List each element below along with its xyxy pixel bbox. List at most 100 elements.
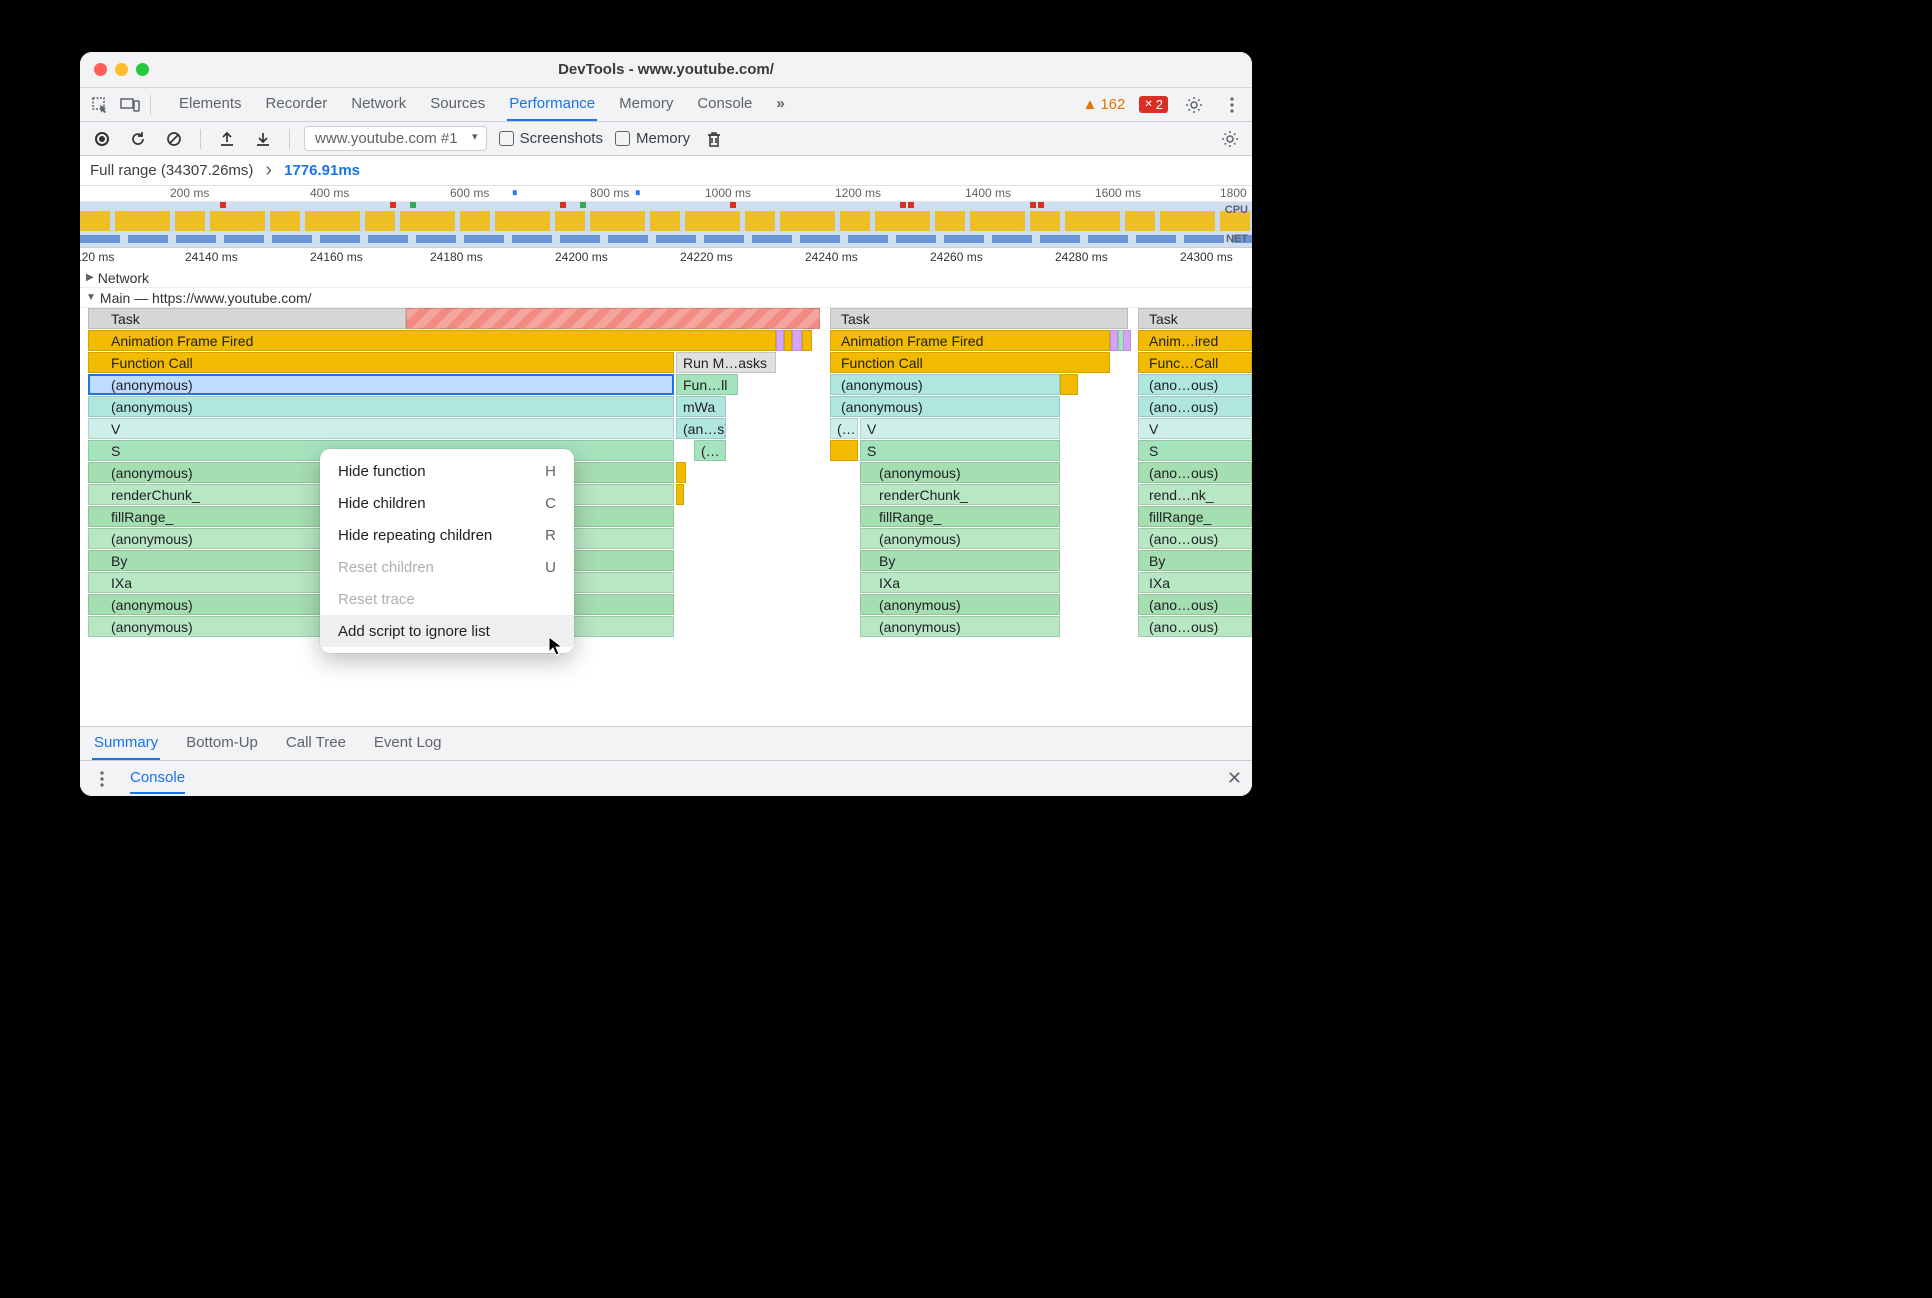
ruler-tick: 1400 ms bbox=[965, 186, 1011, 200]
errors-count: 2 bbox=[1156, 97, 1163, 112]
flame-anonymous[interactable]: (ano…ous) bbox=[1138, 374, 1252, 395]
ruler-tick: 24200 ms bbox=[555, 250, 608, 264]
flame-anonymous[interactable]: (ano…ous) bbox=[1138, 528, 1252, 549]
record-icon[interactable] bbox=[90, 127, 114, 151]
reload-icon[interactable] bbox=[126, 127, 150, 151]
flame-animation-frame-fired[interactable]: Animation Frame Fired bbox=[830, 330, 1110, 351]
gc-icon[interactable] bbox=[702, 127, 726, 151]
tab-elements[interactable]: Elements bbox=[177, 88, 244, 121]
flame-v[interactable]: V bbox=[88, 418, 674, 439]
flame-block[interactable] bbox=[1123, 330, 1131, 351]
device-toolbar-icon[interactable] bbox=[118, 93, 142, 117]
flame-animation-frame-fired[interactable]: Animation Frame Fired bbox=[88, 330, 776, 351]
tab-performance[interactable]: Performance bbox=[507, 88, 597, 121]
flame-v[interactable]: V bbox=[860, 418, 1060, 439]
overview-ruler[interactable]: 200 ms 400 ms 600 ms ⏸ 800 ms ⏸ 1000 ms … bbox=[80, 186, 1252, 202]
tab-recorder[interactable]: Recorder bbox=[264, 88, 330, 121]
flame-s[interactable]: S bbox=[860, 440, 1060, 461]
network-track-header[interactable]: ▶ Network bbox=[80, 268, 1252, 288]
clear-icon[interactable] bbox=[162, 127, 186, 151]
flame-renderchunk[interactable]: renderChunk_ bbox=[860, 484, 1060, 505]
tab-event-log[interactable]: Event Log bbox=[372, 727, 444, 760]
flame-block[interactable] bbox=[676, 484, 684, 505]
flame-anonymous[interactable]: (ano…ous) bbox=[1138, 396, 1252, 417]
flame-block[interactable]: Fun…ll bbox=[676, 374, 738, 395]
console-tab[interactable]: Console bbox=[130, 769, 185, 794]
menu-hide-repeating-children[interactable]: Hide repeating children R bbox=[320, 519, 574, 551]
flame-task[interactable]: Task bbox=[1138, 308, 1252, 329]
flame-chart[interactable]: ▶ Network ▼ Main — https://www.youtube.c… bbox=[80, 268, 1252, 726]
tab-call-tree[interactable]: Call Tree bbox=[284, 727, 348, 760]
flame-anonymous[interactable]: (anonymous) bbox=[88, 396, 674, 417]
inspect-icon[interactable] bbox=[88, 93, 112, 117]
flame-task[interactable]: Task bbox=[88, 308, 406, 329]
flame-anonymous[interactable]: (ano…ous) bbox=[1138, 594, 1252, 615]
tab-console[interactable]: Console bbox=[695, 88, 754, 121]
flame-block[interactable] bbox=[676, 462, 686, 483]
flame-block[interactable]: (… bbox=[830, 418, 858, 439]
flame-block[interactable]: (an…s) bbox=[676, 418, 726, 439]
flame-task-long[interactable] bbox=[406, 308, 820, 329]
memory-checkbox[interactable]: Memory bbox=[615, 130, 690, 147]
flame-function-call[interactable]: Function Call bbox=[830, 352, 1110, 373]
main-track-label: Main — https://www.youtube.com/ bbox=[100, 290, 312, 306]
tab-summary[interactable]: Summary bbox=[92, 727, 160, 760]
flame-block[interactable] bbox=[830, 440, 858, 461]
flame-run-microtasks[interactable]: Run M…asks bbox=[676, 352, 776, 373]
flame-block[interactable] bbox=[1110, 330, 1118, 351]
flame-fillrange[interactable]: fillRange_ bbox=[1138, 506, 1252, 527]
tab-bottom-up[interactable]: Bottom-Up bbox=[184, 727, 260, 760]
detail-ruler[interactable]: 120 ms 24140 ms 24160 ms 24180 ms 24200 … bbox=[80, 248, 1252, 268]
flame-ixa[interactable]: IXa bbox=[860, 572, 1060, 593]
flame-block[interactable] bbox=[784, 330, 792, 351]
menu-add-to-ignore-list[interactable]: Add script to ignore list bbox=[320, 615, 574, 647]
flame-anonymous[interactable]: (anonymous) bbox=[830, 396, 1060, 417]
overview-chart[interactable]: CPU NET bbox=[80, 202, 1252, 248]
menu-hide-function[interactable]: Hide function H bbox=[320, 455, 574, 487]
flame-block[interactable] bbox=[1060, 374, 1078, 395]
settings-gear-icon[interactable] bbox=[1182, 93, 1206, 117]
flame-animation-frame-fired[interactable]: Anim…ired bbox=[1138, 330, 1252, 351]
flame-block[interactable] bbox=[792, 330, 802, 351]
flame-s[interactable]: S bbox=[1138, 440, 1252, 461]
flame-by[interactable]: By bbox=[860, 550, 1060, 571]
tab-sources[interactable]: Sources bbox=[428, 88, 487, 121]
breadcrumb-full-range[interactable]: Full range (34307.26ms) bbox=[90, 162, 253, 179]
tabs-overflow-icon[interactable]: » bbox=[774, 88, 786, 121]
upload-icon[interactable] bbox=[215, 127, 239, 151]
menu-hide-children[interactable]: Hide children C bbox=[320, 487, 574, 519]
flame-block[interactable] bbox=[776, 330, 784, 351]
flame-block[interactable]: (… bbox=[694, 440, 726, 461]
kebab-menu-icon[interactable] bbox=[90, 767, 114, 791]
flame-anonymous[interactable]: (ano…ous) bbox=[1138, 462, 1252, 483]
errors-badge[interactable]: ✕ 2 bbox=[1139, 96, 1168, 113]
flame-block[interactable] bbox=[802, 330, 812, 351]
flame-anonymous[interactable]: (ano…ous) bbox=[1138, 616, 1252, 637]
flame-anonymous[interactable]: (anonymous) bbox=[860, 462, 1060, 483]
flame-renderchunk[interactable]: rend…nk_ bbox=[1138, 484, 1252, 505]
flame-task[interactable]: Task bbox=[830, 308, 1128, 329]
flame-function-call[interactable]: Func…Call bbox=[1138, 352, 1252, 373]
warnings-badge[interactable]: ▲ 162 bbox=[1082, 96, 1125, 113]
screenshots-checkbox[interactable]: Screenshots bbox=[499, 130, 603, 147]
flame-anonymous[interactable]: (anonymous) bbox=[860, 528, 1060, 549]
flame-anonymous[interactable]: (anonymous) bbox=[860, 616, 1060, 637]
tab-memory[interactable]: Memory bbox=[617, 88, 675, 121]
flame-ixa[interactable]: IXa bbox=[1138, 572, 1252, 593]
breadcrumb-selection[interactable]: 1776.91ms bbox=[284, 162, 360, 179]
flame-anonymous[interactable]: (anonymous) bbox=[860, 594, 1060, 615]
capture-settings-gear-icon[interactable] bbox=[1218, 127, 1242, 151]
flame-fillrange[interactable]: fillRange_ bbox=[860, 506, 1060, 527]
flame-anonymous-selected[interactable]: (anonymous) bbox=[88, 374, 674, 395]
recording-dropdown[interactable]: www.youtube.com #1 bbox=[304, 126, 487, 151]
close-drawer-icon[interactable]: ✕ bbox=[1227, 768, 1242, 789]
main-track-header[interactable]: ▼ Main — https://www.youtube.com/ bbox=[80, 288, 1252, 308]
flame-v[interactable]: V bbox=[1138, 418, 1252, 439]
tab-network[interactable]: Network bbox=[349, 88, 408, 121]
flame-by[interactable]: By bbox=[1138, 550, 1252, 571]
kebab-menu-icon[interactable] bbox=[1220, 93, 1244, 117]
flame-function-call[interactable]: Function Call bbox=[88, 352, 674, 373]
flame-block[interactable]: mWa bbox=[676, 396, 726, 417]
flame-anonymous[interactable]: (anonymous) bbox=[830, 374, 1060, 395]
download-icon[interactable] bbox=[251, 127, 275, 151]
